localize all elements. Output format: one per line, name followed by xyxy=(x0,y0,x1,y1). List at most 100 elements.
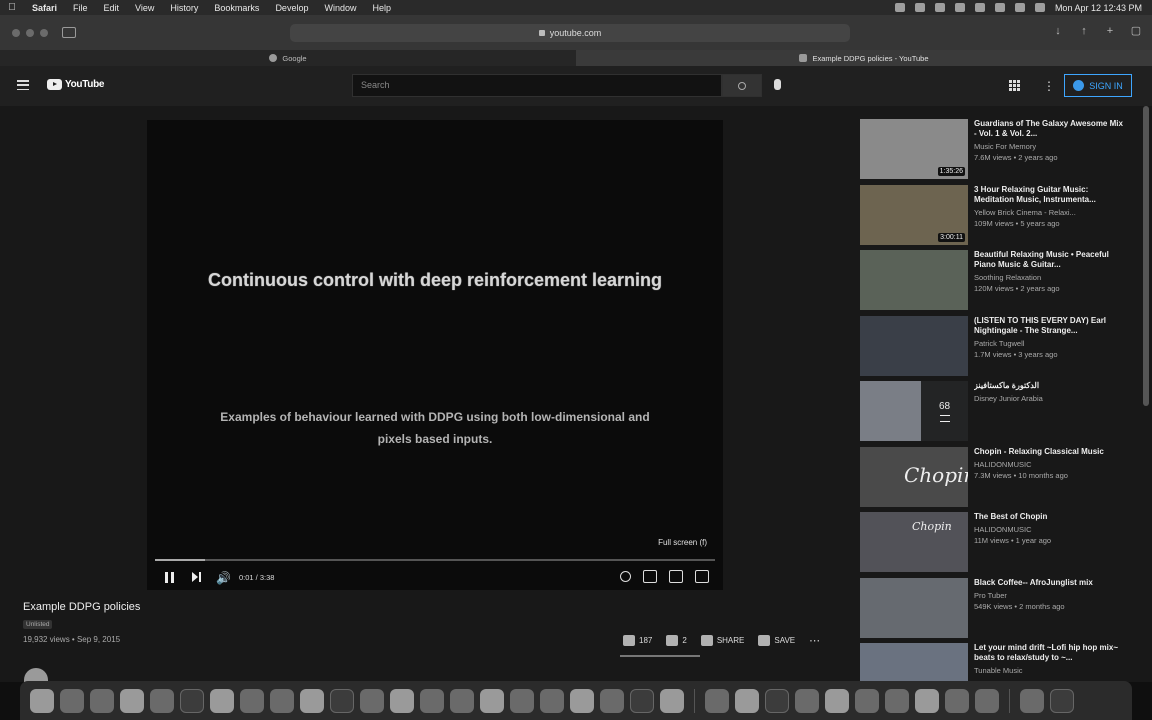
dock-xcode-icon[interactable] xyxy=(855,688,879,713)
related-video-item[interactable]: 1:35:26 Guardians of The Galaxy Awesome M… xyxy=(860,119,1130,179)
channel-name[interactable]: Tunable Music xyxy=(974,666,1124,675)
menu-edit[interactable]: Edit xyxy=(96,3,128,13)
related-video-item[interactable]: 68 الدكتورة ماكستافينز Disney Junior Arabi… xyxy=(860,381,1130,441)
dock-word-icon[interactable] xyxy=(945,688,969,713)
dock-system-preferences-icon[interactable] xyxy=(630,688,654,713)
dock-numbers-icon[interactable] xyxy=(510,688,534,713)
theater-mode-icon[interactable] xyxy=(669,570,683,583)
apps-grid-icon[interactable] xyxy=(1009,80,1020,91)
more-vert-icon[interactable]: ⋮ xyxy=(1043,79,1055,93)
dock-preview-icon[interactable] xyxy=(660,688,684,713)
menu-history[interactable]: History xyxy=(162,3,206,13)
clock[interactable]: Mon Apr 12 12:43 PM xyxy=(1055,3,1142,13)
dock-texmaker-icon[interactable] xyxy=(915,688,939,713)
settings-icon[interactable] xyxy=(954,3,965,12)
dropbox-icon[interactable] xyxy=(894,3,905,12)
dock-zoom-icon[interactable] xyxy=(975,688,999,713)
menu-icon[interactable] xyxy=(17,80,29,90)
dock-python-icon[interactable] xyxy=(825,688,849,713)
menu-bookmarks[interactable]: Bookmarks xyxy=(206,3,267,13)
dock-mail-icon[interactable] xyxy=(180,688,204,713)
channel-name[interactable]: Soothing Relaxation xyxy=(974,273,1124,282)
miniplayer-icon[interactable] xyxy=(643,570,657,583)
dock-notes-icon[interactable] xyxy=(360,688,384,713)
channel-name[interactable]: Disney Junior Arabia xyxy=(974,394,1124,403)
dock-music-icon[interactable] xyxy=(390,688,414,713)
tab-google[interactable]: Google xyxy=(0,50,576,66)
search-icon[interactable] xyxy=(1014,3,1025,12)
share-button[interactable]: SHARE xyxy=(700,635,744,646)
page-scrollbar[interactable] xyxy=(1143,106,1149,406)
dock-trash-icon[interactable] xyxy=(1050,688,1074,713)
zoom-window-button[interactable] xyxy=(40,28,48,37)
menu-develop[interactable]: Develop xyxy=(267,3,316,13)
related-video-item[interactable]: Chopin The Best of Chopin HALIDONMUSIC 11M … xyxy=(860,512,1130,572)
menu-file[interactable]: File xyxy=(65,3,96,13)
menu-help[interactable]: Help xyxy=(364,3,399,13)
address-bar[interactable]: youtube.com xyxy=(290,24,850,42)
video-thumbnail[interactable]: 3:00:11 xyxy=(860,184,968,245)
save-button[interactable]: SAVE xyxy=(758,635,795,646)
dock-tv-icon[interactable] xyxy=(450,688,474,713)
microphone-icon[interactable] xyxy=(774,79,781,90)
new-tab-icon[interactable]: + xyxy=(1104,25,1116,37)
dock-news-icon[interactable] xyxy=(480,688,504,713)
location-icon[interactable] xyxy=(914,3,925,12)
dock-pycharm-icon[interactable] xyxy=(795,688,819,713)
dock-photos-icon[interactable] xyxy=(240,688,264,713)
channel-name[interactable]: Patrick Tugwell xyxy=(974,339,1124,348)
dock-pages-icon[interactable] xyxy=(570,688,594,713)
channel-name[interactable]: HALIDONMUSIC xyxy=(974,525,1124,534)
video-player[interactable]: Continuous control with deep reinforceme… xyxy=(147,120,723,590)
search-button[interactable] xyxy=(722,74,762,97)
share-icon[interactable]: ↑ xyxy=(1078,25,1090,37)
minimize-window-button[interactable] xyxy=(26,28,34,37)
video-thumbnail[interactable]: 68 xyxy=(860,381,968,441)
dock-terminal-icon[interactable] xyxy=(705,688,729,713)
youtube-logo[interactable]: YouTube xyxy=(47,79,105,90)
video-thumbnail[interactable]: 1:35:26 xyxy=(860,119,968,179)
dock-reminders-icon[interactable] xyxy=(330,688,354,713)
battery-icon[interactable] xyxy=(974,3,985,12)
dock-contacts-icon[interactable] xyxy=(270,688,294,713)
dock-app-store-icon[interactable] xyxy=(600,688,624,713)
channel-name[interactable]: Pro Tuber xyxy=(974,591,1124,600)
search-input[interactable]: Search xyxy=(352,74,722,97)
control-center-icon[interactable] xyxy=(1034,3,1045,12)
related-video-item[interactable]: Chopin Chopin - Relaxing Classical Music H… xyxy=(860,446,1130,507)
wifi-icon[interactable] xyxy=(994,3,1005,12)
dislike-button[interactable]: 2 xyxy=(666,635,687,646)
menu-safari[interactable]: Safari xyxy=(24,3,65,13)
tab-overview-icon[interactable]: ▢ xyxy=(1130,25,1142,37)
menu-view[interactable]: View xyxy=(127,3,162,13)
related-video-item[interactable]: (LISTEN TO THIS EVERY DAY) Earl Nighting… xyxy=(860,315,1130,376)
sidebar-toggle-icon[interactable] xyxy=(62,27,76,38)
like-button[interactable]: 187 xyxy=(623,635,652,646)
dock-texshop-icon[interactable] xyxy=(885,688,909,713)
close-window-button[interactable] xyxy=(12,28,20,37)
sign-in-button[interactable]: SIGN IN xyxy=(1064,74,1132,97)
video-thumbnail[interactable] xyxy=(860,577,968,638)
apple-icon[interactable]:  xyxy=(0,2,24,13)
dock-launchpad-icon[interactable] xyxy=(60,688,84,713)
dock-downloads-icon[interactable] xyxy=(1020,688,1044,713)
channel-name[interactable]: HALIDONMUSIC xyxy=(974,460,1124,469)
dock-podcasts-icon[interactable] xyxy=(420,688,444,713)
video-thumbnail[interactable] xyxy=(860,250,968,310)
record-icon[interactable] xyxy=(934,3,945,12)
dock-anaconda-icon[interactable] xyxy=(735,688,759,713)
related-video-item[interactable]: Beautiful Relaxing Music • Peaceful Pian… xyxy=(860,250,1130,310)
channel-name[interactable]: Yellow Brick Cinema - Relaxi... xyxy=(974,208,1124,217)
dock-calendar-icon[interactable] xyxy=(300,688,324,713)
channel-name[interactable]: Music For Memory xyxy=(974,142,1124,151)
dock-safari-icon[interactable] xyxy=(90,688,114,713)
pause-icon[interactable] xyxy=(165,572,174,583)
dock-maps-icon[interactable] xyxy=(210,688,234,713)
related-video-item[interactable]: 3:00:11 3 Hour Relaxing Guitar Music: Med… xyxy=(860,184,1130,245)
next-icon[interactable] xyxy=(192,572,202,582)
volume-icon[interactable]: 🔊 xyxy=(216,571,231,585)
dock-keynote-icon[interactable] xyxy=(540,688,564,713)
tab-youtube[interactable]: Example DDPG policies - YouTube xyxy=(576,50,1152,66)
download-icon[interactable]: ↓ xyxy=(1052,25,1064,37)
more-actions-icon[interactable]: ⋯ xyxy=(809,634,820,647)
